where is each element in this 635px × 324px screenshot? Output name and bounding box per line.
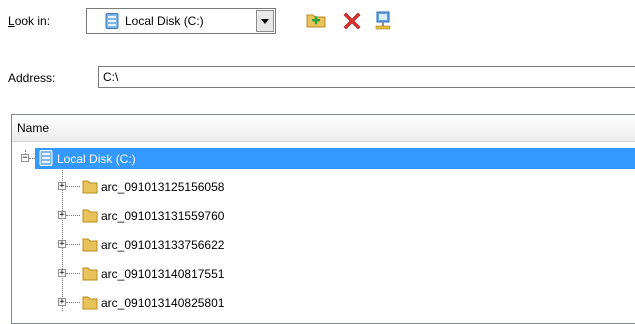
folder-icon <box>82 296 98 310</box>
folder-icon <box>82 267 98 281</box>
look-in-text: ook in: <box>14 14 51 28</box>
chevron-down-icon[interactable] <box>256 10 274 32</box>
tree-item-label: arc_091013140817551 <box>101 267 225 281</box>
new-folder-icon[interactable] <box>306 10 326 30</box>
tree-line <box>66 244 80 245</box>
name-column-header[interactable]: Name <box>12 115 635 142</box>
look-in-label: Look in: <box>8 14 50 28</box>
name-column-label: Name <box>17 121 50 135</box>
folder-icon <box>82 180 98 194</box>
expand-toggle-icon[interactable]: + <box>58 211 66 220</box>
tree-item-label: arc_091013125156058 <box>101 180 225 194</box>
tree-item-label: arc_091013131559760 <box>101 209 225 223</box>
look-in-mnemonic: L <box>8 14 15 28</box>
look-in-value: Local Disk (C:) <box>125 14 204 28</box>
address-field[interactable]: C:\ <box>98 66 635 88</box>
delete-icon[interactable] <box>342 10 362 30</box>
look-in-dropdown[interactable]: Local Disk (C:) <box>86 8 276 34</box>
tree-item-label: arc_091013140825801 <box>101 296 225 310</box>
tree-line <box>66 186 80 187</box>
folder-icon <box>82 209 98 223</box>
expand-toggle-icon[interactable]: + <box>58 269 66 278</box>
network-drive-icon[interactable] <box>373 10 393 30</box>
hard-drive-icon <box>39 150 53 166</box>
expand-toggle-icon[interactable]: + <box>58 240 66 249</box>
expand-toggle-icon[interactable]: + <box>58 298 66 307</box>
hard-drive-icon <box>105 13 119 29</box>
tree-line <box>66 273 80 274</box>
tree-item-label: arc_091013133756622 <box>101 238 225 252</box>
folder-icon <box>82 238 98 252</box>
tree-root-label: Local Disk (C:) <box>57 152 136 166</box>
tree-line <box>66 215 80 216</box>
address-label: Address: <box>8 71 56 85</box>
tree-line <box>66 302 80 303</box>
expand-toggle-icon[interactable]: + <box>58 182 66 191</box>
collapse-toggle-icon[interactable]: − <box>21 154 29 163</box>
